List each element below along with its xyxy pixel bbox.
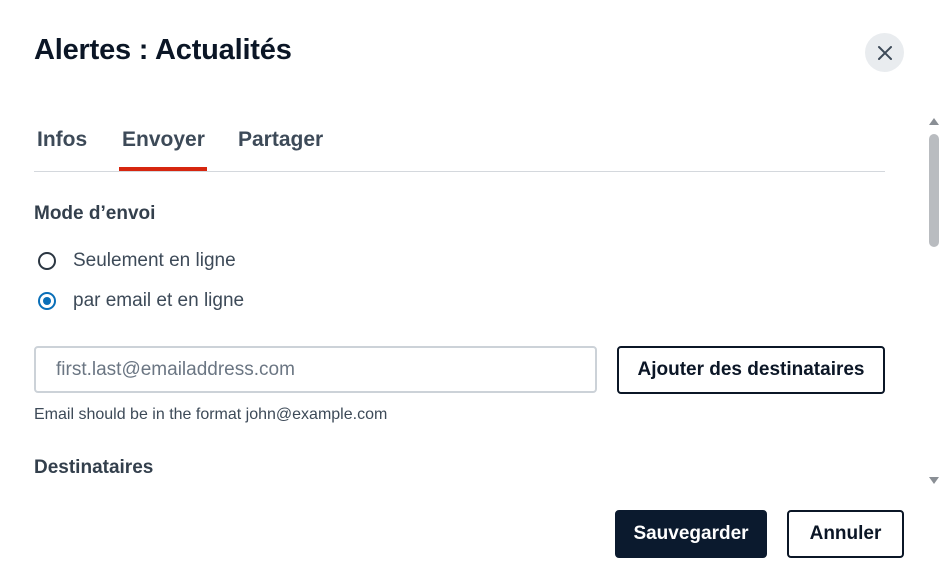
vertical-scrollbar[interactable] (926, 114, 942, 488)
active-tab-indicator (119, 167, 207, 171)
scroll-up-arrow-icon[interactable] (929, 118, 939, 125)
recipients-label: Destinataires (34, 457, 154, 478)
save-button[interactable]: Sauvegarder (615, 510, 767, 558)
radio-button-selected[interactable] (38, 292, 56, 310)
email-format-hint: Email should be in the format john@examp… (34, 406, 388, 423)
radio-label: par email et en ligne (73, 290, 245, 311)
radio-online-only[interactable]: Seulement en ligne (38, 250, 236, 272)
close-icon (877, 45, 892, 60)
radio-button[interactable] (38, 252, 56, 270)
alert-dialog: Alertes : Actualités Infos Envoyer Parta… (0, 0, 945, 587)
tab-partager[interactable]: Partager (238, 128, 323, 152)
radio-label: Seulement en ligne (73, 250, 236, 271)
tab-infos[interactable]: Infos (37, 128, 87, 152)
tab-bar: Infos Envoyer Partager (34, 120, 885, 172)
dialog-title: Alertes : Actualités (34, 34, 292, 66)
radio-email-and-online[interactable]: par email et en ligne (38, 290, 244, 312)
scroll-thumb[interactable] (929, 134, 939, 247)
tab-envoyer[interactable]: Envoyer (122, 128, 205, 152)
send-mode-label: Mode d’envoi (34, 203, 156, 224)
cancel-button[interactable]: Annuler (787, 510, 904, 558)
add-recipients-button[interactable]: Ajouter des destinataires (617, 346, 885, 394)
email-input[interactable] (34, 346, 597, 393)
close-button[interactable] (865, 33, 904, 72)
send-settings-panel: Mode d’envoi Seulement en ligne par emai… (34, 190, 894, 490)
scroll-down-arrow-icon[interactable] (929, 477, 939, 484)
